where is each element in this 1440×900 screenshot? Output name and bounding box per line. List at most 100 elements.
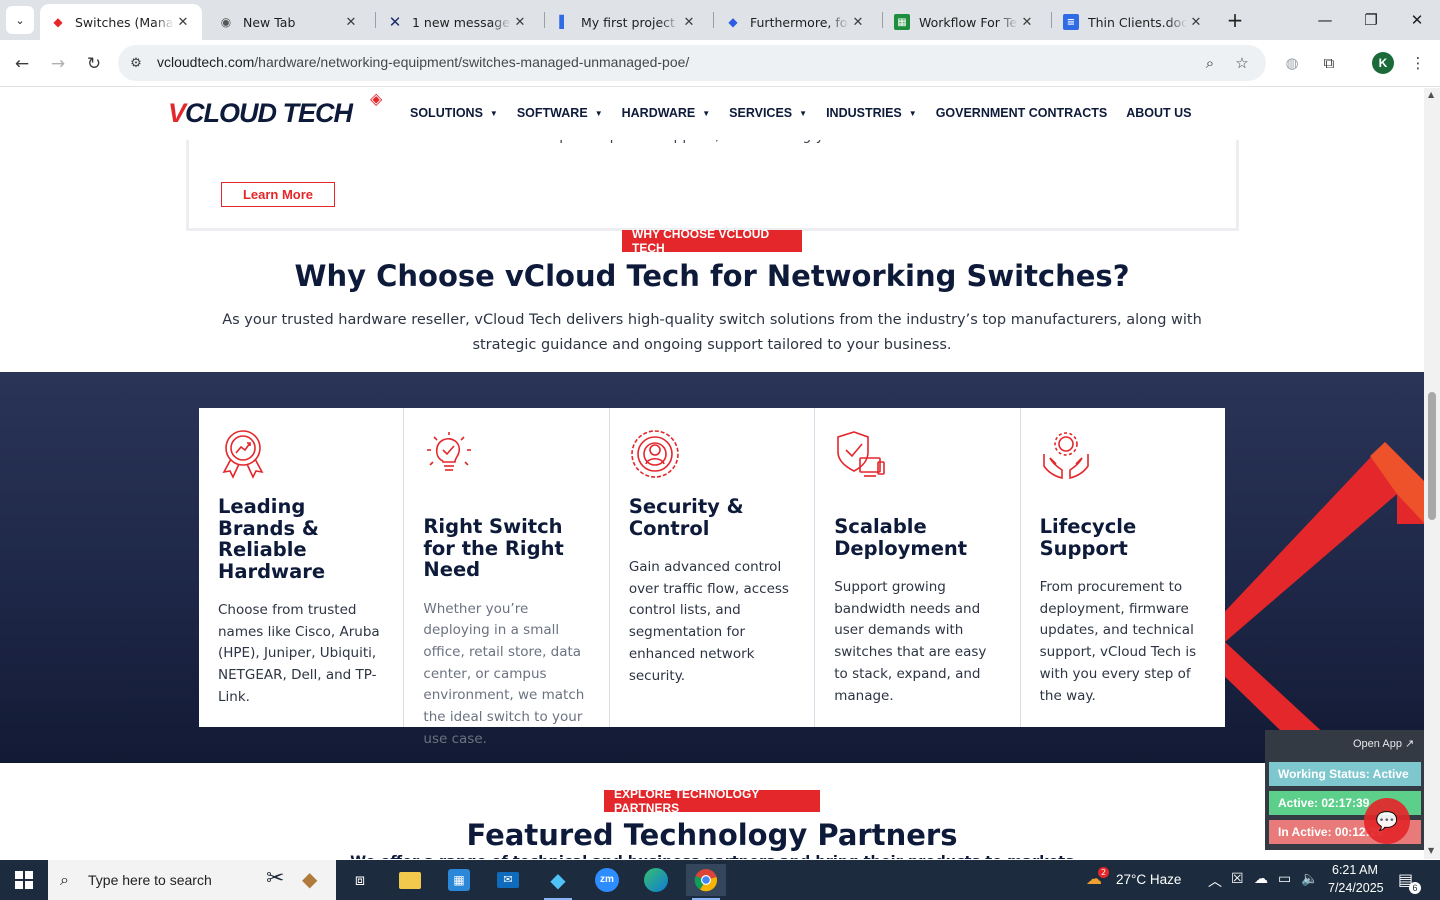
ai-icon: ◆ [728,15,738,29]
app-diamond-icon[interactable]: ◆ [538,864,578,900]
forward-button[interactable]: → [44,50,72,78]
url-domain: vcloudtech.com [157,54,255,70]
start-button[interactable] [0,860,48,900]
feature-title: Scalable Deployment [834,515,968,560]
site-info-icon[interactable]: ⚙ [127,54,145,72]
why-choose-pill: WHY CHOOSE VCLOUD TECH [622,227,802,255]
tray-app-icon[interactable]: ☒ [1231,871,1244,887]
feature-card: Lifecycle Support From procurement to de… [1020,408,1226,727]
new-tab-button[interactable]: + [1222,8,1248,34]
tab-furthermore[interactable]: ◆ Furthermore, form ✕ [715,4,877,40]
tab-project[interactable]: ▌ My first project – I ✕ [546,4,708,40]
partners-title: Featured Technology Partners [466,818,958,852]
store-icon[interactable]: ▦ [439,864,479,896]
nav-government-contracts[interactable]: GOVERNMENT CONTRACTS [936,106,1108,120]
chat-bubble-icon[interactable]: 💬 [1364,798,1410,844]
restore-button[interactable]: ❐ [1348,0,1394,40]
logo-rest: CLOUD TECH [185,97,353,128]
scroll-down-arrow-icon[interactable]: ▼ [1428,846,1434,855]
search-icon: ⌕ [60,870,69,889]
sheets-icon: ▦ [894,14,910,30]
tab-search-button[interactable]: ⌄ [6,6,34,34]
onedrive-icon[interactable]: ☁ [1254,871,1268,887]
nav-software[interactable]: SOFTWARE ▼ [517,106,603,120]
nav-industries[interactable]: INDUSTRIES ▼ [826,106,917,120]
edge-icon[interactable] [636,864,676,896]
extensions-icon[interactable]: ⧉ [1317,51,1341,75]
tab-new-tab[interactable]: ◉ New Tab ✕ [208,4,370,40]
volume-icon[interactable]: 🔈 [1301,871,1318,887]
close-tab-icon[interactable]: ✕ [511,15,529,30]
clock-time[interactable]: 6:21 AM [1332,863,1378,877]
tab-switches[interactable]: ◆ Switches (Manage ✕ [40,4,202,40]
close-window-button[interactable]: ✕ [1394,0,1440,40]
learn-more-button[interactable]: Learn More [221,182,335,207]
caret-down-icon: ▼ [594,108,603,118]
site-header: VCLOUD TECH ◈ SOLUTIONS ▼ SOFTWARE ▼ HARDW… [0,88,1424,140]
tab-separator [1051,12,1052,28]
weather-text[interactable]: 27°C Haze [1116,872,1181,887]
network-icon[interactable]: ▭ [1278,871,1291,887]
scroll-up-arrow-icon[interactable]: ▲ [1428,90,1434,99]
mail-icon[interactable]: ✉ [488,864,528,896]
feature-text: From procurement to deployment, firmware… [1039,579,1197,704]
nav-solutions[interactable]: SOLUTIONS ▼ [410,106,498,120]
taskbar-search[interactable]: ⌕ Type here to search ✂ ◆ [48,860,336,900]
file-explorer-icon[interactable] [390,864,430,896]
url-path: /hardware/networking-equipment/switches-… [254,54,690,70]
open-app-link[interactable]: Open App ↗ [1353,737,1414,750]
caret-down-icon: ▼ [489,108,498,118]
clock-date[interactable]: 7/24/2025 [1328,881,1384,895]
close-tab-icon[interactable]: ✕ [342,15,360,30]
search-highlight-image: ◆ [302,867,318,891]
logo-v: V [168,97,186,128]
features-band: Leading Brands & Reliable Hardware Choos… [0,372,1424,763]
tab-title: 1 new message [412,14,510,30]
scroll-thumb[interactable] [1428,392,1436,520]
nav-label: SOFTWARE [516,106,588,120]
nav-label: ABOUT US [1126,106,1192,120]
profile-avatar[interactable]: K [1372,52,1394,74]
minimize-button[interactable]: — [1302,0,1348,40]
feature-card: Leading Brands & Reliable Hardware Choos… [199,408,404,727]
back-button[interactable]: ← [8,50,36,78]
feature-card: Right Switch for the Right Need Whether … [404,408,609,747]
tab-workflow[interactable]: ▦ Workflow For Tean ✕ [884,4,1046,40]
task-view-icon[interactable]: ⧈ [340,864,380,896]
why-choose-description: As your trusted hardware reseller, vClou… [222,312,1202,353]
reload-button[interactable]: ↻ [80,50,108,78]
feature-title: Security & Control [628,495,744,540]
tab-message[interactable]: ✕ 1 new message ✕ [377,4,539,40]
zoom-app-icon[interactable]: zm [587,864,627,896]
partners-pill: EXPLORE TECHNOLOGY PARTNERS [604,787,820,815]
feature-card: Security & Control Gain advanced control… [609,408,815,727]
url-text[interactable]: vcloudtech.com/hardware/networking-equip… [157,54,689,70]
docs-icon: ≡ [1063,14,1079,30]
menu-icon[interactable]: ⋮ [1406,51,1430,75]
close-tab-icon[interactable]: ✕ [680,15,698,30]
vcloud-logo[interactable]: VCLOUD TECH ◈ [168,89,382,134]
hands-gear-icon [1042,432,1089,480]
search-placeholder: Type here to search [88,872,212,888]
feature-cards: Leading Brands & Reliable Hardware Choos… [199,408,1226,747]
tab-thin-clients[interactable]: ≡ Thin Clients.docx - ✕ [1053,4,1215,40]
chrome-taskbar-icon[interactable] [686,864,726,900]
page-scrollbar[interactable]: ▲ ▼ [1424,88,1440,859]
close-tab-icon[interactable]: ✕ [174,15,192,30]
tab-title: Switches (Manage [75,14,174,30]
translate-icon[interactable]: ◍ [1280,51,1304,75]
close-tab-icon[interactable]: ✕ [849,15,867,30]
address-bar[interactable]: ⚙ vcloudtech.com/hardware/networking-equ… [118,45,1266,81]
close-tab-icon[interactable]: ✕ [1018,15,1036,30]
weather-badge: 2 [1098,867,1109,878]
close-tab-icon[interactable]: ✕ [1187,15,1205,30]
tab-title: Thin Clients.docx - [1088,14,1187,30]
zoom-icon[interactable]: ⌕ [1200,53,1220,73]
feature-card: Scalable Deployment Support growing band… [815,408,1020,727]
nav-services[interactable]: SERVICES ▼ [729,106,807,120]
bookmark-star-icon[interactable]: ☆ [1232,53,1252,73]
chevron-up-icon[interactable]: ︿ [1208,871,1222,891]
nav-hardware[interactable]: HARDWARE ▼ [622,106,711,120]
page-viewport: cameras. PoE switches eliminate the need… [0,88,1424,859]
nav-about-us[interactable]: ABOUT US [1126,106,1191,120]
